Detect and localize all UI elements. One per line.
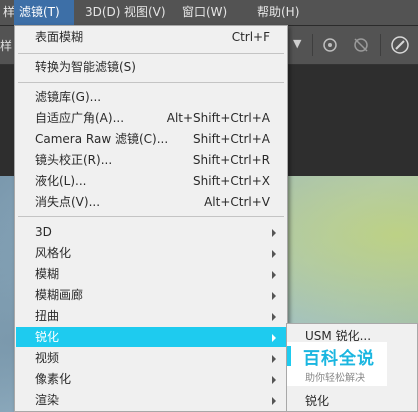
watermark-title: 百科全说: [303, 349, 375, 369]
menu-item-label: 3D: [35, 225, 52, 239]
chevron-down-icon[interactable]: ▼: [293, 37, 301, 50]
menu-item-label: 自适应广角(A)...: [35, 111, 125, 125]
brush-target-icon[interactable]: [320, 35, 340, 55]
menu-view[interactable]: 视图(V): [119, 0, 171, 25]
menu-item-label: 消失点(V)...: [35, 195, 101, 209]
menu-item-label: 渲染: [35, 393, 60, 407]
pressure-pen-icon[interactable]: [390, 35, 410, 55]
menu-item-convert-smart-filter[interactable]: 转换为智能滤镜(S): [16, 57, 286, 77]
menu-item-label: 表面模糊: [35, 30, 84, 44]
submenu-arrow-icon: [272, 271, 276, 279]
submenu-arrow-icon: [272, 313, 276, 321]
menu-item-label: 模糊画廊: [35, 288, 84, 302]
menu-item-distort[interactable]: 扭曲: [16, 306, 286, 326]
submenu-arrow-icon: [272, 397, 276, 405]
menu-item-blur[interactable]: 模糊: [16, 264, 286, 284]
menu-item-adaptive-wide-angle[interactable]: 自适应广角(A)... Alt+Shift+Ctrl+A: [16, 108, 286, 128]
menu-item-vanishing-point[interactable]: 消失点(V)... Alt+Ctrl+V: [16, 192, 286, 212]
menu-item-label: 模糊: [35, 267, 60, 281]
submenu-arrow-icon: [272, 334, 276, 342]
menu-item-label: 锐化: [35, 330, 60, 344]
options-divider: [380, 34, 381, 56]
menu-item-surface-blur[interactable]: 表面模糊 Ctrl+F: [16, 27, 286, 47]
menu-item-shortcut: Alt+Ctrl+V: [204, 195, 270, 209]
menu-item-label: 滤镜库(G)...: [35, 90, 102, 104]
watermark-logo: 百科全说 助你轻松解决: [287, 342, 387, 386]
menu-separator: [18, 82, 284, 83]
menu-item-lens-correction[interactable]: 镜头校正(R)... Shift+Ctrl+R: [16, 150, 286, 170]
submenu-arrow-icon: [272, 250, 276, 258]
menu-item-pixelate[interactable]: 像素化: [16, 369, 286, 389]
menu-bar: 样 滤镜(T) 3D(D) 视图(V) 窗口(W) 帮助(H): [0, 0, 418, 26]
options-partial-label: 样: [0, 39, 13, 53]
menu-item-blur-gallery[interactable]: 模糊画廊: [16, 285, 286, 305]
menu-item-stylize[interactable]: 风格化: [16, 243, 286, 263]
menu-item-shortcut: Shift+Ctrl+R: [192, 153, 270, 167]
menu-item-label: 扭曲: [35, 309, 60, 323]
menu-filter[interactable]: 滤镜(T): [14, 0, 74, 25]
menu-item-shortcut: Shift+Ctrl+X: [193, 174, 270, 188]
menu-item-label: 镜头校正(R)...: [35, 153, 113, 167]
menu-item-liquify[interactable]: 液化(L)... Shift+Ctrl+X: [16, 171, 286, 191]
menu-item-shortcut: Alt+Shift+Ctrl+A: [166, 111, 270, 125]
menu-item-shortcut: Shift+Ctrl+A: [193, 132, 270, 146]
menu-item-render[interactable]: 渲染: [16, 390, 286, 410]
menu-item-3d[interactable]: 3D: [16, 222, 286, 242]
menu-separator: [18, 53, 284, 54]
submenu-item-sharpen[interactable]: 锐化: [305, 392, 329, 409]
options-divider: [312, 34, 313, 56]
filter-menu: 表面模糊 Ctrl+F 转换为智能滤镜(S) 滤镜库(G)... 自适应广角(A…: [14, 25, 288, 412]
menu-item-label: 风格化: [35, 246, 72, 260]
menu-window[interactable]: 窗口(W): [177, 0, 232, 25]
menu-item-label: 转换为智能滤镜(S): [35, 60, 136, 74]
watermark-accent-bar: [287, 346, 291, 366]
watermark-subtitle: 助你轻松解决: [305, 373, 365, 384]
menu-separator: [18, 216, 284, 217]
menu-item-shortcut: Ctrl+F: [231, 30, 270, 44]
menu-help[interactable]: 帮助(H): [252, 0, 304, 25]
menu-item-label: 视频: [35, 351, 60, 365]
submenu-arrow-icon: [272, 355, 276, 363]
submenu-arrow-icon: [272, 292, 276, 300]
menu-item-label: 像素化: [35, 372, 72, 386]
submenu-arrow-icon: [272, 376, 276, 384]
menu-item-label: Camera Raw 滤镜(C)...: [35, 132, 169, 146]
menu-item-label: 液化(L)...: [35, 174, 87, 188]
submenu-arrow-icon: [272, 229, 276, 237]
menu-item-sharpen[interactable]: 锐化: [16, 327, 286, 347]
menu-item-video[interactable]: 视频: [16, 348, 286, 368]
menu-item-camera-raw[interactable]: Camera Raw 滤镜(C)... Shift+Ctrl+A: [16, 129, 286, 149]
no-pressure-icon[interactable]: [351, 35, 371, 55]
menu-item-filter-gallery[interactable]: 滤镜库(G)...: [16, 87, 286, 107]
